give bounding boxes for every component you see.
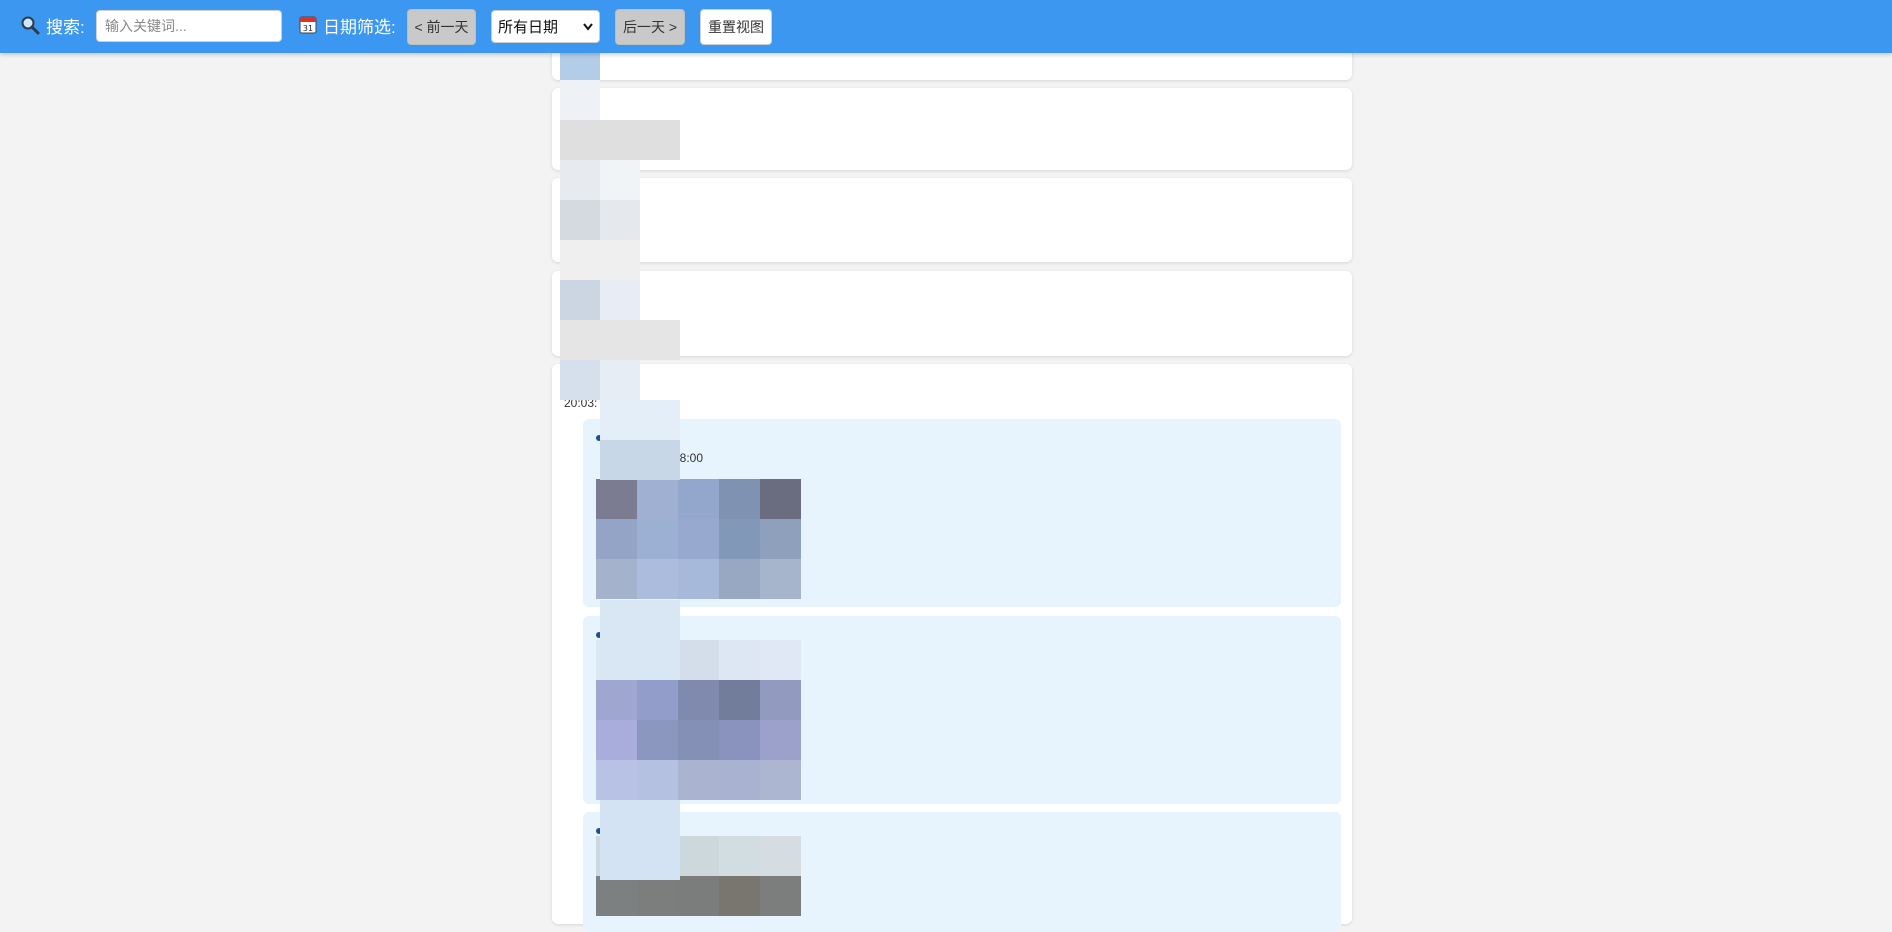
image-thumbnail[interactable] [596, 836, 801, 916]
top-toolbar: 搜索: 31 日期筛选: < 前一天 所有日期 后一天 > 重置视图 [0, 0, 1892, 53]
sub-item[interactable] [583, 616, 1341, 804]
next-day-button[interactable]: 后一天 > [615, 9, 685, 45]
sub-item-time: 08:00 [673, 451, 704, 465]
image-thumbnail[interactable] [596, 479, 801, 599]
feed-column: 20:03: 08:00 [552, 0, 1352, 932]
entry-time: 20:03: [564, 396, 598, 410]
date-select[interactable]: 所有日期 [491, 10, 600, 43]
search-label-group: 搜索: [20, 15, 85, 41]
search-input[interactable] [96, 10, 282, 42]
date-filter-label-group: 31 日期筛选: [299, 15, 396, 40]
search-label: 搜索: [46, 18, 85, 37]
feed-card-expanded[interactable]: 20:03: 08:00 [552, 364, 1352, 932]
feed-card[interactable] [552, 88, 1352, 170]
reset-view-button[interactable]: 重置视图 [700, 9, 772, 45]
prev-day-button[interactable]: < 前一天 [407, 9, 476, 45]
bullet-dot-icon [596, 435, 602, 441]
feed-card[interactable] [552, 271, 1352, 356]
bullet-dot-icon [596, 632, 602, 638]
bullet-dot-icon [596, 828, 602, 834]
date-select-value: 所有日期 [498, 19, 559, 36]
calendar-icon: 31 [299, 15, 317, 40]
sub-item[interactable] [583, 812, 1341, 932]
image-thumbnail[interactable] [596, 640, 801, 800]
magnifier-icon [20, 15, 40, 41]
calendar-number: 31 [303, 24, 313, 33]
date-filter-label: 日期筛选: [323, 17, 396, 37]
sub-item[interactable]: 08:00 [583, 419, 1341, 607]
feed-card[interactable] [552, 178, 1352, 262]
chevron-down-icon [583, 18, 593, 35]
